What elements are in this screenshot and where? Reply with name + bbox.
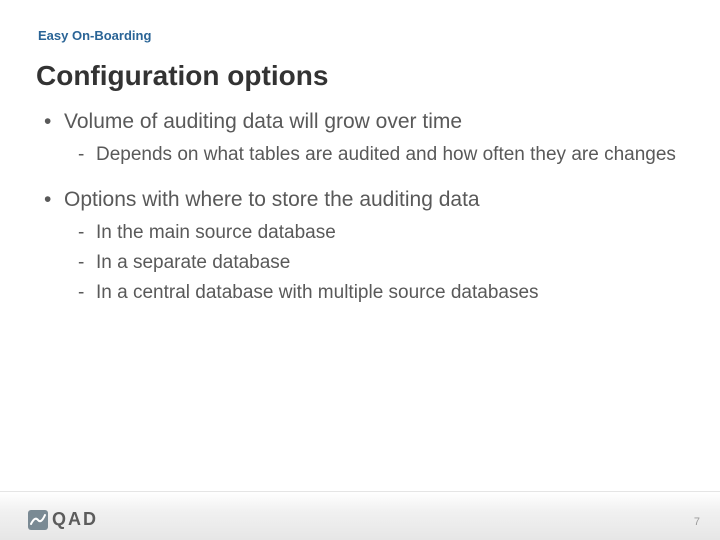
sub-bullet-item: In the main source database bbox=[64, 220, 680, 246]
slide-content: Volume of auditing data will grow over t… bbox=[38, 108, 680, 323]
page-number: 7 bbox=[694, 516, 700, 528]
slide-header: Easy On-Boarding bbox=[38, 28, 151, 43]
sub-bullet-list: Depends on what tables are audited and h… bbox=[64, 142, 680, 168]
sub-bullet-item: Depends on what tables are audited and h… bbox=[64, 142, 680, 168]
sub-bullet-item: In a separate database bbox=[64, 250, 680, 276]
bullet-item: Volume of auditing data will grow over t… bbox=[38, 108, 680, 168]
qad-logo-icon bbox=[28, 510, 48, 530]
bullet-text: Options with where to store the auditing… bbox=[64, 188, 480, 211]
sub-bullet-item: In a central database with multiple sour… bbox=[64, 280, 680, 306]
logo: QAD bbox=[28, 509, 98, 530]
logo-text: QAD bbox=[52, 509, 98, 530]
bullet-item: Options with where to store the auditing… bbox=[38, 186, 680, 305]
bullet-text: Volume of auditing data will grow over t… bbox=[64, 110, 462, 133]
slide-footer: QAD 7 bbox=[0, 491, 720, 540]
slide-title: Configuration options bbox=[36, 60, 328, 92]
slide: Easy On-Boarding Configuration options V… bbox=[0, 0, 720, 540]
bullet-list: Volume of auditing data will grow over t… bbox=[38, 108, 680, 305]
sub-bullet-list: In the main source database In a separat… bbox=[64, 220, 680, 305]
